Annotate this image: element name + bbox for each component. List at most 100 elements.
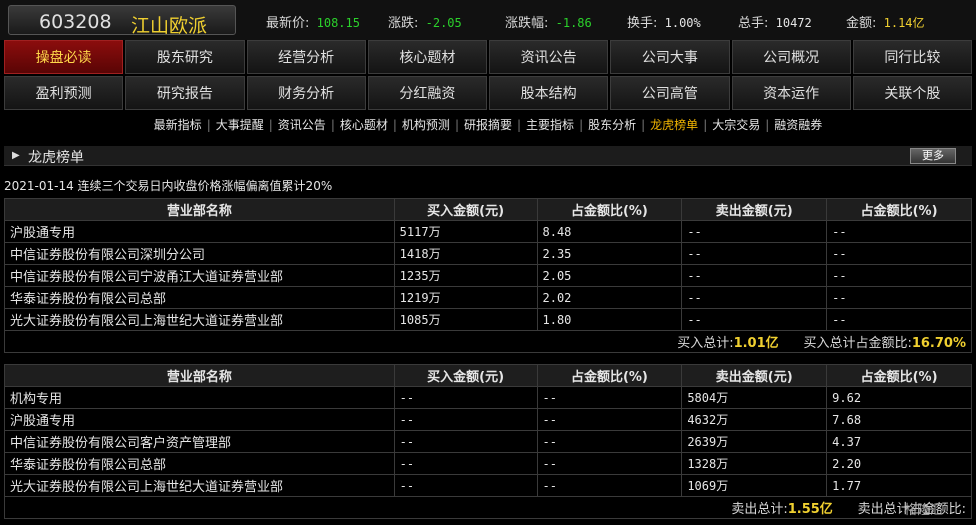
column-header: 营业部名称 xyxy=(4,198,395,221)
stock-header: 603208 江山欧派 最新价: 108.15 涨跌: -2.05 涨跌幅: -1.… xyxy=(0,0,976,40)
sub-nav-link[interactable]: 核心题材 xyxy=(335,118,393,132)
sub-nav-link[interactable]: 最新指标 xyxy=(149,118,207,132)
total-value: 1.55亿 xyxy=(787,502,833,517)
quote-value: 1.14亿 xyxy=(876,16,925,30)
cell-value: -- xyxy=(681,220,828,243)
broker-name[interactable]: 光大证券股份有限公司上海世纪大道证券营业部 xyxy=(4,474,395,497)
cell-value: 4.37 xyxy=(826,430,972,453)
nav-tab[interactable]: 经营分析 xyxy=(246,40,366,74)
column-header: 占金额比(%) xyxy=(826,364,972,387)
broker-name[interactable]: 中信证券股份有限公司客户资产管理部 xyxy=(4,430,395,453)
sub-nav-link[interactable]: 龙虎榜单 xyxy=(645,118,703,132)
stock-title-box: 603208 江山欧派 xyxy=(8,5,236,37)
nav-tab[interactable]: 公司大事 xyxy=(610,40,730,74)
total-row: 买入总计:1.01亿 买入总计占金额比:16.70% xyxy=(4,330,972,353)
cell-value: -- xyxy=(393,386,538,409)
total-ratio-label: 买入总计占金额比: xyxy=(803,336,912,351)
cell-value: -- xyxy=(826,286,972,309)
table-row[interactable]: 沪股通专用 5117万 8.48 -- -- xyxy=(4,220,972,243)
column-header: 买入金额(元) xyxy=(393,364,538,387)
table-row[interactable]: 沪股通专用 -- -- 4632万 7.68 xyxy=(4,408,972,431)
quote-label: 总手: xyxy=(738,16,769,31)
sub-nav-link[interactable]: 主要指标 xyxy=(521,118,579,132)
nav-tab[interactable]: 分红融资 xyxy=(367,76,487,110)
sell-table: 营业部名称 买入金额(元) 占金额比(%) 卖出金额(元) 占金额比(%) 机构专用 -- -… xyxy=(4,364,972,519)
cell-value: 1328万 xyxy=(681,452,828,475)
cell-value: -- xyxy=(536,408,683,431)
nav-tab[interactable]: 股本结构 xyxy=(489,76,609,110)
cell-value: 1.80 xyxy=(536,308,683,331)
stock-name: 江山欧派 xyxy=(131,15,208,37)
sub-nav-link[interactable]: 融资融券 xyxy=(769,118,827,132)
sub-nav: 最新指标 | 大事提醒 | 资讯公告 | 核心题材 | 机构预测 | 研报摘要 | 主要指标 | 股东分析 |… xyxy=(0,116,976,136)
table-row[interactable]: 机构专用 -- -- 5804万 9.62 xyxy=(4,386,972,409)
total-cell: 买入总计:1.01亿 买入总计占金额比:16.70% xyxy=(4,330,972,353)
column-header: 占金额比(%) xyxy=(826,198,972,221)
cell-value: 1219万 xyxy=(393,286,538,309)
collapse-triangle-icon[interactable]: ▶ xyxy=(12,150,20,161)
broker-name[interactable]: 华泰证券股份有限公司总部 xyxy=(4,452,395,475)
sub-nav-link[interactable]: 研报摘要 xyxy=(459,118,517,132)
table-row[interactable]: 光大证券股份有限公司上海世纪大道证券营业部 1085万 1.80 -- -- xyxy=(4,308,972,331)
nav-tab[interactable]: 操盘必读 xyxy=(4,40,124,74)
nav-tab[interactable]: 股东研究 xyxy=(125,40,245,74)
broker-name[interactable]: 沪股通专用 xyxy=(4,220,395,243)
sub-nav-link[interactable]: 大事提醒 xyxy=(211,118,269,132)
cell-value: -- xyxy=(681,264,828,287)
nav-tab[interactable]: 关联个股 xyxy=(852,76,972,110)
broker-name[interactable]: 光大证券股份有限公司上海世纪大道证券营业部 xyxy=(4,308,395,331)
total-label: 卖出总计: xyxy=(731,502,788,517)
table-row[interactable]: 华泰证券股份有限公司总部 -- -- 1328万 2.20 xyxy=(4,452,972,475)
column-header: 占金额比(%) xyxy=(536,198,683,221)
nav-tab[interactable]: 资本运作 xyxy=(731,76,851,110)
cell-value: -- xyxy=(681,308,828,331)
column-header: 卖出金额(元) xyxy=(681,364,828,387)
cell-value: -- xyxy=(826,308,972,331)
column-header: 卖出金额(元) xyxy=(681,198,828,221)
sub-nav-link[interactable]: 股东分析 xyxy=(583,118,641,132)
cell-value: 2639万 xyxy=(681,430,828,453)
nav-tab[interactable]: 财务分析 xyxy=(246,76,366,110)
broker-name[interactable]: 中信证券股份有限公司深圳分公司 xyxy=(4,242,395,265)
table-row[interactable]: 中信证券股份有限公司宁波甬江大道证券营业部 1235万 2.05 -- -- xyxy=(4,264,972,287)
sub-nav-link[interactable]: 机构预测 xyxy=(397,118,455,132)
nav-tab[interactable]: 资讯公告 xyxy=(489,40,609,74)
nav-tab[interactable]: 研究报告 xyxy=(125,76,245,110)
broker-name[interactable]: 中信证券股份有限公司宁波甬江大道证券营业部 xyxy=(4,264,395,287)
quote-value: 1.00% xyxy=(657,16,701,30)
quote-item: 涨跌幅: -1.86 xyxy=(505,12,592,31)
cell-value: -- xyxy=(393,408,538,431)
table-row[interactable]: 中信证券股份有限公司客户资产管理部 -- -- 2639万 4.37 xyxy=(4,430,972,453)
more-button[interactable]: 更多 xyxy=(910,148,956,164)
nav-tab[interactable]: 公司高管 xyxy=(610,76,730,110)
sub-nav-link[interactable]: 大宗交易 xyxy=(707,118,765,132)
cell-value: 2.05 xyxy=(536,264,683,287)
broker-name[interactable]: 机构专用 xyxy=(4,386,395,409)
quote-label: 涨跌幅: xyxy=(505,16,549,31)
cell-value: -- xyxy=(826,220,972,243)
section-header: ▶ 龙虎榜单 更多 xyxy=(4,146,972,166)
section-title: 龙虎榜单 xyxy=(28,150,84,166)
nav-tab[interactable]: 同行比较 xyxy=(852,40,972,74)
cell-value: 1.77 xyxy=(826,474,972,497)
quote-value: -1.86 xyxy=(548,16,592,30)
sub-nav-link[interactable]: 资讯公告 xyxy=(273,118,331,132)
cell-value: -- xyxy=(393,474,538,497)
nav-tab[interactable]: 公司概况 xyxy=(731,40,851,74)
nav-tab[interactable]: 核心题材 xyxy=(367,40,487,74)
watermark-logo: 格隆汇 xyxy=(904,499,968,521)
nav-tab[interactable]: 盈利预测 xyxy=(4,76,124,110)
table-row[interactable]: 光大证券股份有限公司上海世纪大道证券营业部 -- -- 1069万 1.77 xyxy=(4,474,972,497)
column-header: 营业部名称 xyxy=(4,364,395,387)
cell-value: -- xyxy=(681,286,828,309)
table-header-row: 营业部名称 买入金额(元) 占金额比(%) 卖出金额(元) 占金额比(%) xyxy=(4,198,972,221)
broker-name[interactable]: 沪股通专用 xyxy=(4,408,395,431)
quote-value: -2.05 xyxy=(418,16,462,30)
quote-item: 涨跌: -2.05 xyxy=(388,12,462,31)
nav-row-1: 操盘必读 股东研究 经营分析 核心题材 资讯公告 公司大事 公司概况 同行比较 xyxy=(4,40,972,74)
cell-value: 7.68 xyxy=(826,408,972,431)
broker-name[interactable]: 华泰证券股份有限公司总部 xyxy=(4,286,395,309)
table-row[interactable]: 华泰证券股份有限公司总部 1219万 2.02 -- -- xyxy=(4,286,972,309)
table-row[interactable]: 中信证券股份有限公司深圳分公司 1418万 2.35 -- -- xyxy=(4,242,972,265)
cell-value: 1418万 xyxy=(393,242,538,265)
